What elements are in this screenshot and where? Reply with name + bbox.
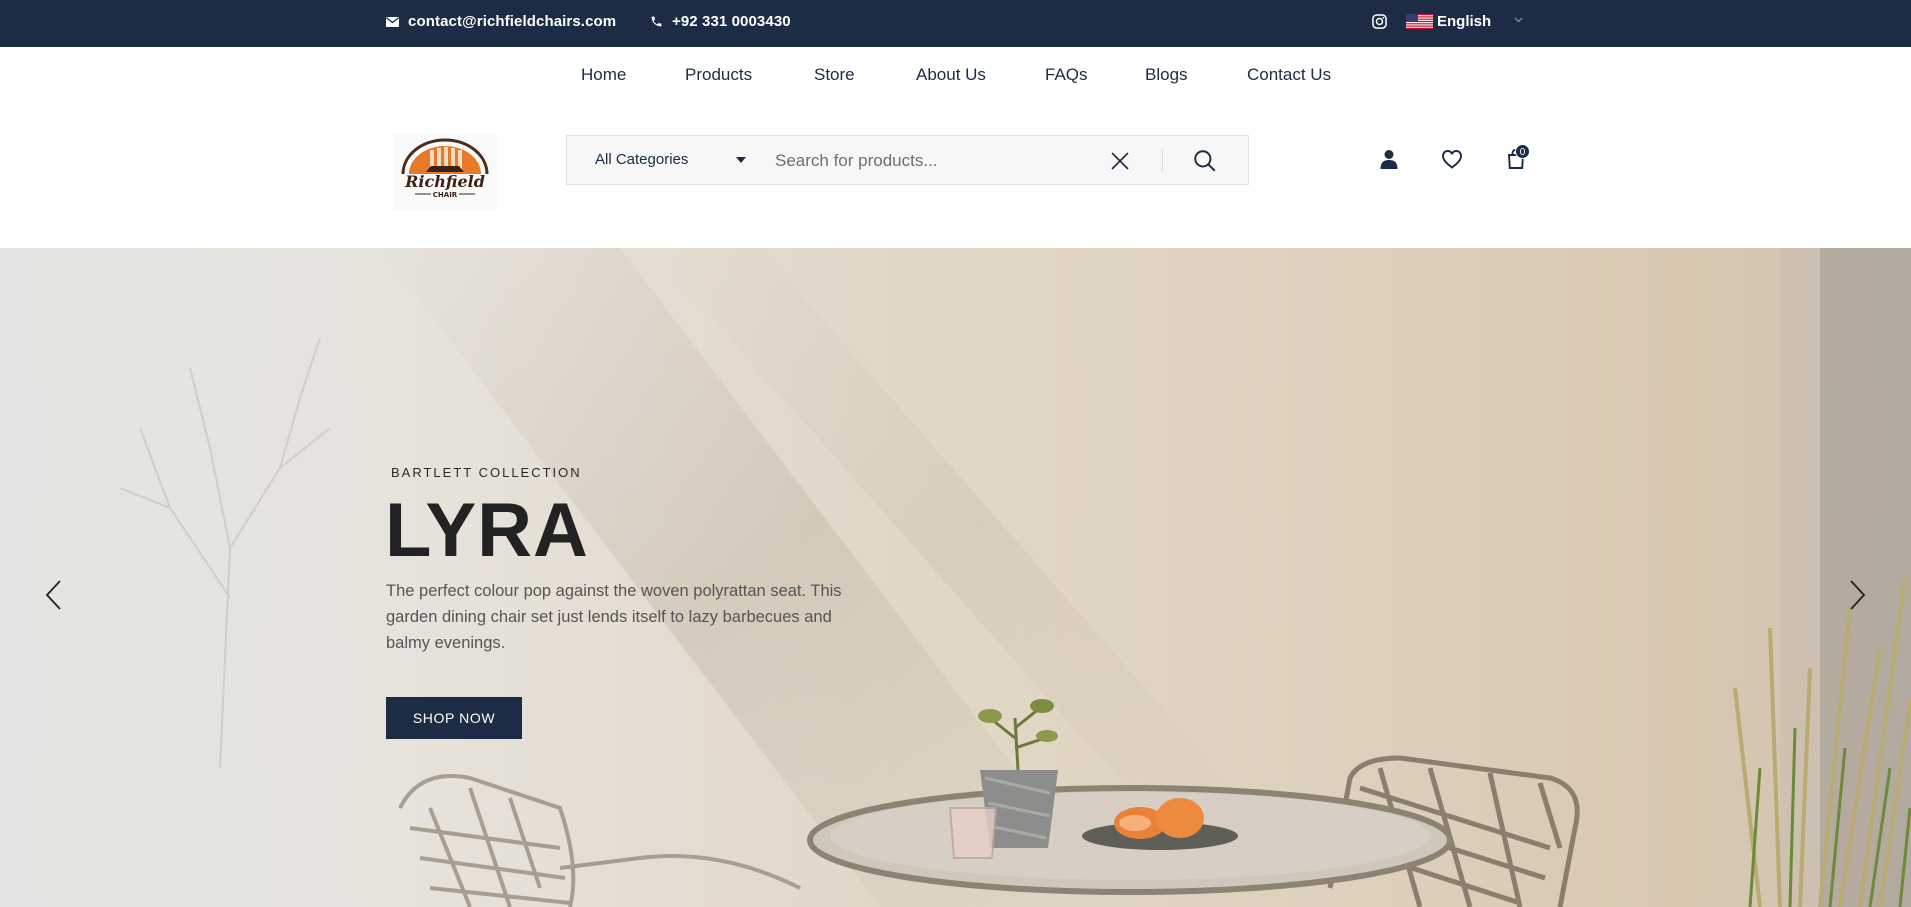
close-icon[interactable] bbox=[1108, 149, 1132, 173]
svg-text:Richfield: Richfield bbox=[404, 172, 485, 191]
heart-icon[interactable] bbox=[1440, 147, 1464, 171]
chevron-down-icon bbox=[1514, 17, 1523, 23]
nav-home[interactable]: Home bbox=[581, 65, 626, 85]
search-input[interactable] bbox=[775, 146, 1105, 176]
language-label: English bbox=[1437, 13, 1492, 30]
contact-email[interactable]: contact@richfieldchairs.com bbox=[386, 13, 616, 30]
arrow-right-icon[interactable] bbox=[1844, 578, 1870, 612]
contact-phone[interactable]: +92 331 0003430 bbox=[650, 13, 791, 30]
category-select[interactable]: All Categories bbox=[595, 151, 688, 168]
nav-blogs[interactable]: Blogs bbox=[1145, 65, 1188, 85]
svg-text:CHAIR: CHAIR bbox=[433, 191, 458, 199]
phone-icon bbox=[651, 16, 662, 27]
nav-about-us[interactable]: About Us bbox=[916, 65, 986, 85]
nav-faqs[interactable]: FAQs bbox=[1045, 65, 1088, 85]
main-nav: Home Products Store About Us FAQs Blogs … bbox=[0, 47, 1911, 105]
search-icon[interactable] bbox=[1192, 148, 1218, 174]
search-bar: All Categories bbox=[566, 135, 1249, 185]
shop-now-button[interactable]: SHOP NOW bbox=[386, 697, 522, 739]
nav-products[interactable]: Products bbox=[685, 65, 752, 85]
caret-down-icon[interactable] bbox=[736, 157, 746, 163]
phone-text: +92 331 0003430 bbox=[672, 13, 791, 30]
arrow-left-icon[interactable] bbox=[41, 578, 67, 612]
richfield-logo[interactable]: Richfield CHAIR bbox=[393, 134, 497, 210]
hero-subtitle: BARTLETT COLLECTION bbox=[391, 465, 582, 480]
nav-store[interactable]: Store bbox=[814, 65, 855, 85]
instagram-icon[interactable] bbox=[1372, 14, 1387, 29]
hero-slider bbox=[0, 248, 1911, 907]
search-divider bbox=[1162, 149, 1163, 173]
email-text: contact@richfieldchairs.com bbox=[408, 13, 617, 30]
envelope-icon bbox=[386, 16, 399, 27]
hero-description: The perfect colour pop against the woven… bbox=[386, 582, 842, 652]
language-selector[interactable]: English bbox=[1406, 13, 1523, 30]
user-icon[interactable] bbox=[1377, 147, 1401, 171]
top-bar: contact@richfieldchairs.com +92 331 0003… bbox=[0, 0, 1911, 47]
hero-image-furniture bbox=[398, 577, 1911, 907]
nav-contact-us[interactable]: Contact Us bbox=[1247, 65, 1331, 85]
cart-count-badge: 0 bbox=[1515, 144, 1530, 159]
hero-title: LYRA bbox=[385, 488, 589, 573]
us-flag-icon bbox=[1406, 14, 1433, 29]
